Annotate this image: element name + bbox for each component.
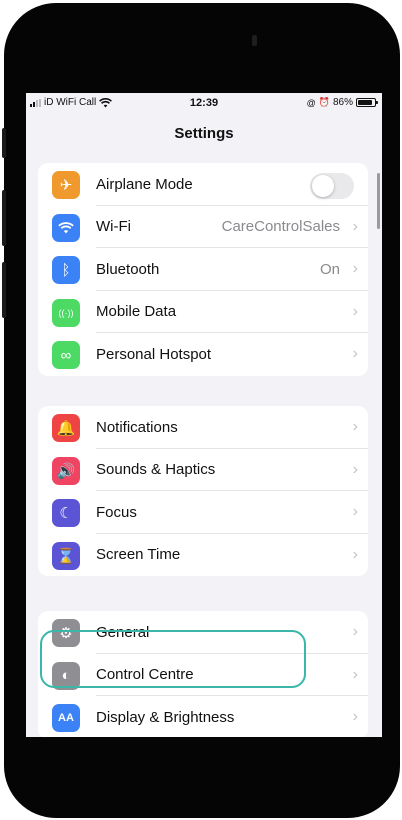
chevron-right-icon: › <box>352 217 358 235</box>
chevron-right-icon: › <box>352 345 358 363</box>
row-label: Mobile Data <box>96 303 177 321</box>
battery-percent: 86% <box>332 97 353 108</box>
row-label: Wi-Fi <box>96 218 131 236</box>
row-label: Display & Brightness <box>96 708 235 726</box>
chevron-right-icon: › <box>352 623 358 641</box>
speaker-icon: 🔊 <box>52 456 80 485</box>
front-camera <box>252 35 257 46</box>
airplane-icon: ✈ <box>52 171 80 199</box>
settings-row-mobile-data[interactable]: ((·)) Mobile Data › <box>38 291 368 333</box>
settings-row-notifications[interactable]: 🔔 Notifications › <box>38 406 368 449</box>
chevron-right-icon: › <box>352 503 358 521</box>
row-label: Screen Time <box>96 546 181 564</box>
row-label: Sounds & Haptics <box>96 461 216 479</box>
bluetooth-icon: ᛒ <box>52 256 80 284</box>
hourglass-icon: ⌛ <box>52 541 80 570</box>
settings-row-airplane-mode[interactable]: ✈ Airplane Mode <box>38 163 368 206</box>
settings-group-notifications: 🔔 Notifications › 🔊 Sounds & Haptics › ☾ Focus ›… <box>38 406 368 576</box>
chevron-right-icon: › <box>352 260 358 278</box>
chevron-right-icon: › <box>352 708 358 726</box>
bell-icon: 🔔 <box>52 414 80 442</box>
chevron-right-icon: › <box>352 665 358 683</box>
chevron-right-icon: › <box>352 418 358 436</box>
alarm-icon: ⏰ <box>318 97 330 107</box>
text-size-icon: AA <box>52 704 80 732</box>
wifi-icon <box>52 213 80 242</box>
control-centre-highlight <box>40 630 306 688</box>
row-label: Airplane Mode <box>96 175 193 193</box>
row-label: Personal Hotspot <box>96 345 212 363</box>
row-value: On <box>319 260 340 278</box>
volume-up-button <box>2 190 6 246</box>
settings-row-bluetooth[interactable]: ᛒ Bluetooth On › <box>38 248 368 291</box>
volume-down-button <box>2 262 6 318</box>
settings-group-connectivity: ✈ Airplane Mode Wi-Fi CareControlSales › ᛒ Blu… <box>38 163 368 376</box>
location-icon: @ <box>306 97 316 108</box>
row-label: Focus <box>96 503 137 521</box>
settings-row-wi-fi[interactable]: Wi-Fi CareControlSales › <box>38 206 368 248</box>
chevron-right-icon: › <box>352 302 358 320</box>
mute-switch <box>2 128 6 158</box>
settings-row-display-brightness[interactable]: AA Display & Brightness › <box>38 696 368 737</box>
settings-row-personal-hotspot[interactable]: ∞ Personal Hotspot › <box>38 333 368 376</box>
page-title: Settings <box>174 125 234 142</box>
row-label: Bluetooth <box>96 260 160 278</box>
moon-icon: ☾ <box>52 499 80 527</box>
link-icon: ∞ <box>52 341 80 369</box>
scroll-indicator[interactable] <box>377 173 380 229</box>
airplane-mode-toggle[interactable] <box>310 173 354 199</box>
chevron-right-icon: › <box>352 545 358 563</box>
settings-row-focus[interactable]: ☾ Focus › <box>38 491 368 534</box>
row-value: CareControlSales <box>221 218 340 236</box>
status-bar: iD WiFi Call 12:39 @ ⏰ 86% <box>26 93 382 113</box>
row-label: Notifications <box>96 418 178 436</box>
antenna-icon: ((·)) <box>52 298 80 327</box>
toggle-knob <box>312 175 334 197</box>
chevron-right-icon: › <box>352 460 358 478</box>
settings-row-sounds-haptics[interactable]: 🔊 Sounds & Haptics › <box>38 449 368 491</box>
battery-icon <box>356 98 378 107</box>
settings-row-screen-time[interactable]: ⌛ Screen Time › <box>38 534 368 577</box>
